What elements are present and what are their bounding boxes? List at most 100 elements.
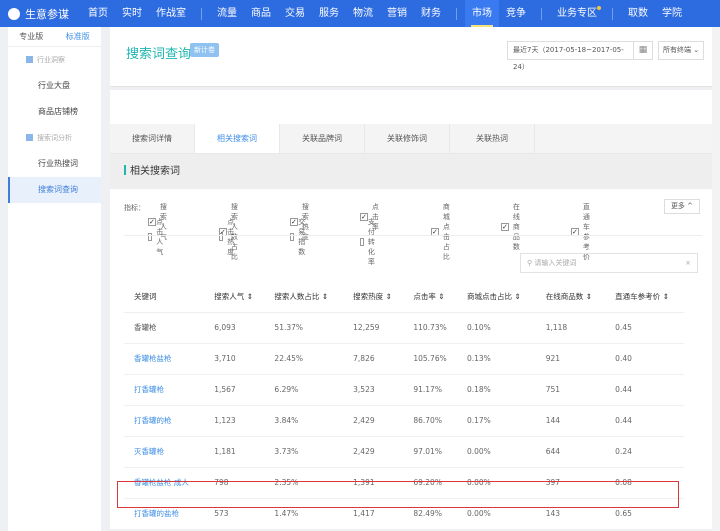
col-label: 点击率 — [413, 292, 436, 302]
nav-realtime[interactable]: 实时 — [115, 0, 149, 27]
tab-modifier-words[interactable]: 关联修饰词 — [365, 124, 450, 153]
highlight-box — [117, 481, 679, 508]
table-cell: 0.17% — [456, 405, 536, 437]
col-search-heat[interactable]: 搜索热度 ⇕ — [343, 282, 404, 313]
table-cell: 751 — [535, 374, 606, 406]
nav-academy[interactable]: 学院 — [655, 0, 689, 27]
col-online-products[interactable]: 在线商品数 ⇕ — [535, 282, 606, 313]
nav-marketing[interactable]: 营销 — [380, 0, 414, 27]
group-label: 搜索词分析 — [37, 134, 72, 142]
table-cell: 97.01% — [403, 436, 457, 468]
table-cell: 2,429 — [343, 405, 404, 437]
version-pro[interactable]: 专业版 — [19, 27, 43, 46]
table-cell: 0.10% — [456, 312, 536, 344]
divider — [541, 7, 542, 20]
tab-search-detail[interactable]: 搜索词详情 — [110, 124, 195, 153]
tab-hot-words[interactable]: 关联热词 — [450, 124, 535, 153]
divider — [612, 7, 613, 20]
sort-icon: ⇕ — [321, 292, 329, 302]
keyword-link[interactable]: 打香罐的枪 — [124, 405, 205, 437]
table-cell: 22.45% — [264, 343, 344, 375]
sidebar-group-industry: 行业洞察 — [8, 47, 101, 73]
terminal-select[interactable]: 所有终端 ⌄ — [658, 41, 704, 60]
keyword-search-input[interactable]: ⚲ 请输入关键词 × — [520, 253, 698, 273]
checkbox-click-popularity[interactable]: 点击人气 — [148, 217, 167, 257]
table-cell: 3,523 — [343, 374, 404, 406]
nav-trade[interactable]: 交易 — [278, 0, 312, 27]
sort-icon: ⇕ — [246, 292, 253, 302]
col-mall-click-ratio[interactable]: 商城点击占比 ⇕ — [456, 282, 536, 313]
col-searcher-ratio[interactable]: 搜索人数占比 ⇕ — [264, 282, 344, 313]
section-title-text: 相关搜索词 — [130, 166, 180, 177]
nav-market[interactable]: 市场 — [465, 0, 499, 27]
col-ctr[interactable]: 点击率 ⇕ — [403, 282, 457, 313]
nav-service[interactable]: 服务 — [312, 0, 346, 27]
nav-business-zone[interactable]: 业务专区 — [550, 0, 604, 27]
top-nav: 生意参谋 首页 实时 作战室 流量 商品 交易 服务 物流 营销 财务 市场 竞… — [0, 0, 720, 27]
nav-competition[interactable]: 竞争 — [499, 0, 533, 27]
more-button[interactable]: 更多 ^ — [664, 199, 700, 214]
blank-area — [110, 90, 712, 124]
table-cell: 1,123 — [204, 405, 265, 437]
table-cell: 644 — [535, 436, 606, 468]
checkbox-label: 交易指数 — [298, 218, 306, 256]
sort-icon: ⇕ — [438, 292, 445, 302]
nav-product[interactable]: 商品 — [244, 0, 278, 27]
date-range-select[interactable]: 最近7天（2017-05-18~2017-05-24） — [507, 41, 634, 71]
table-cell: 921 — [535, 343, 606, 375]
nav-finance[interactable]: 财务 — [414, 0, 448, 27]
checkbox-mall-click-ratio[interactable]: ✓ 商城点击占比 — [431, 202, 450, 262]
brand-name: 生意参谋 — [25, 7, 69, 21]
section-title: 相关搜索词 — [110, 154, 712, 189]
table-row: 打香罐枪 1,567 6.29% 3,523 91.17% 0.18% 751 0.44 — [124, 374, 684, 406]
table-cell: 0.00% — [456, 436, 536, 468]
chevron-up-icon: ^ — [687, 202, 694, 210]
checkbox-label: 点击人气 — [156, 218, 164, 256]
col-label: 商城点击占比 — [466, 292, 512, 302]
main-content: 搜索词查询 新计卷 最近7天（2017-05-18~2017-05-24） ▦ … — [110, 27, 712, 530]
table-cell: 105.76% — [403, 343, 457, 375]
table-cell: 110.73% — [403, 312, 457, 344]
sidebar-item-hot-search[interactable]: 行业热搜词 — [8, 151, 101, 177]
sidebar-item-shop-ranking[interactable]: 商品店铺榜 — [8, 99, 101, 125]
checkbox-online-products[interactable]: ✓ 在线商品数 — [501, 202, 520, 252]
keyword-link[interactable]: 打香罐枪 — [124, 374, 205, 406]
sidebar-item-industry-overview[interactable]: 行业大盘 — [8, 73, 101, 99]
table-cell: 91.17% — [403, 374, 457, 406]
version-standard[interactable]: 标准版 — [66, 27, 90, 46]
search-placeholder: 请输入关键词 — [534, 259, 577, 267]
more-label: 更多 — [670, 202, 685, 210]
checkbox-pay-conversion[interactable]: 支付转化率 — [360, 217, 379, 267]
nav-traffic[interactable]: 流量 — [210, 0, 244, 27]
sidebar-item-search-query[interactable]: 搜索词查询 — [8, 177, 101, 203]
checkbox-label: 点击热度 — [227, 218, 235, 256]
scrollbar[interactable] — [712, 27, 720, 531]
nav-home[interactable]: 首页 — [81, 0, 115, 27]
nav-logistics[interactable]: 物流 — [346, 0, 380, 27]
checkbox-trade-index[interactable]: 交易指数 — [290, 217, 309, 257]
nav-business-zone-label: 业务专区 — [557, 8, 597, 19]
tab-related-search[interactable]: 相关搜索词 — [195, 124, 280, 153]
brand[interactable]: 生意参谋 — [8, 6, 69, 22]
keyword-link[interactable]: 灭香罐枪 — [124, 436, 205, 468]
chart-icon — [26, 56, 33, 63]
col-ztc-price[interactable]: 直通车参考价 ⇕ — [605, 282, 684, 313]
chevron-down-icon: ⌄ — [693, 46, 700, 54]
terminal-label: 所有终端 — [663, 46, 691, 54]
table-cell: 0.40 — [605, 343, 684, 375]
clear-icon[interactable]: × — [685, 254, 691, 272]
table-cell: 0.13% — [456, 343, 536, 375]
divider — [456, 7, 457, 20]
tab-brand-words[interactable]: 关联品牌词 — [280, 124, 365, 153]
col-search-popularity[interactable]: 搜索人气 ⇕ — [204, 282, 265, 313]
calendar-icon[interactable]: ▦ — [633, 41, 653, 60]
accent-bar — [124, 165, 126, 175]
keyword-link[interactable]: 香罐枪盐枪 — [124, 343, 205, 375]
nav-warroom[interactable]: 作战室 — [149, 0, 193, 27]
logo-icon — [8, 7, 20, 20]
checkbox-click-heat[interactable]: 点击热度 — [219, 217, 238, 257]
notification-dot-icon — [597, 6, 601, 10]
table-cell: 6,093 — [204, 312, 265, 344]
col-label: 搜索热度 — [353, 292, 384, 302]
nav-data[interactable]: 取数 — [621, 0, 655, 27]
